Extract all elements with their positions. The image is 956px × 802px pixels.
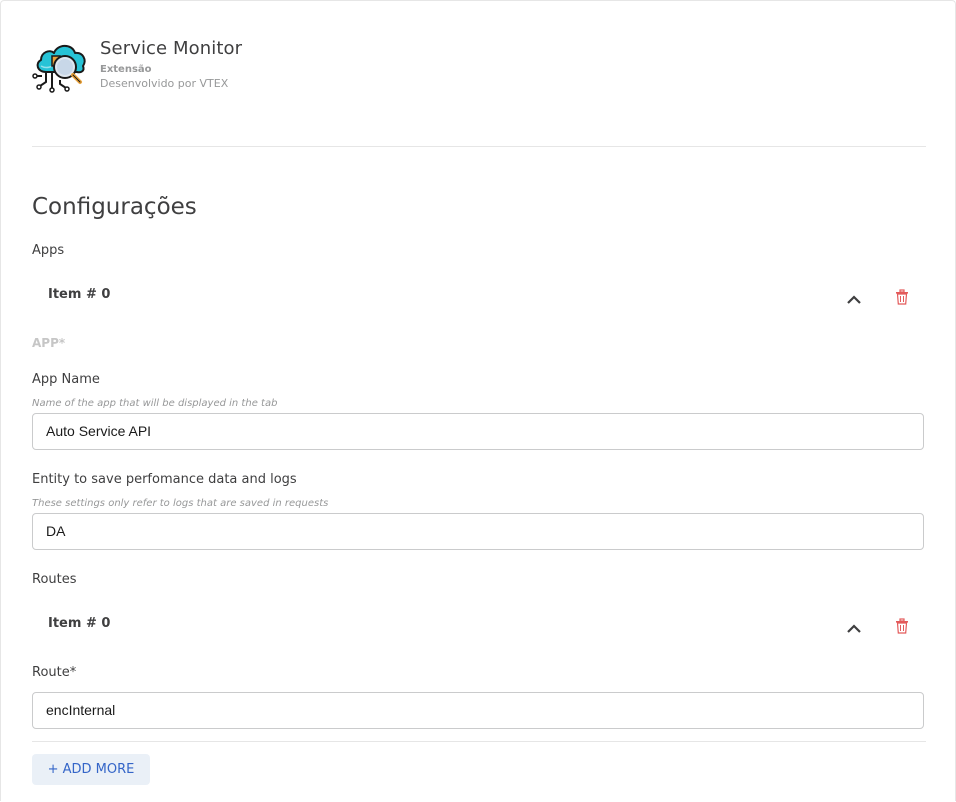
chevron-up-icon[interactable]	[846, 622, 862, 634]
routes-divider	[32, 741, 926, 742]
trash-icon[interactable]	[895, 289, 909, 305]
app-name-input[interactable]: Auto Service API	[32, 413, 924, 450]
app-name-label: App Name	[32, 372, 100, 387]
app-header-text: Service Monitor Extensão Desenvolvido po…	[100, 36, 242, 94]
route-item-title: Item # 0	[48, 616, 111, 631]
entity-input[interactable]: DA	[32, 513, 924, 550]
add-more-button[interactable]: + ADD MORE	[32, 754, 150, 785]
route-input[interactable]: encInternal	[32, 692, 924, 729]
route-label: Route*	[32, 665, 77, 680]
app-item-title: Item # 0	[48, 287, 111, 302]
header-divider	[32, 146, 926, 147]
entity-label: Entity to save perfomance data and logs	[32, 472, 297, 487]
app-developer: Desenvolvido por VTEX	[100, 77, 229, 90]
cloud-magnifier-icon	[32, 44, 86, 93]
section-title: Configurações	[32, 194, 197, 220]
app-group-label: APP*	[32, 336, 66, 350]
app-type: Extensão	[100, 64, 152, 75]
app-header: Service Monitor Extensão Desenvolvido po…	[32, 36, 242, 94]
routes-label: Routes	[32, 572, 77, 587]
apps-label: Apps	[32, 243, 65, 258]
entity-help: These settings only refer to logs that a…	[32, 498, 329, 509]
trash-icon[interactable]	[895, 618, 909, 634]
chevron-up-icon[interactable]	[846, 293, 862, 305]
app-name-help: Name of the app that will be displayed i…	[32, 398, 278, 409]
app-title: Service Monitor	[100, 38, 243, 59]
